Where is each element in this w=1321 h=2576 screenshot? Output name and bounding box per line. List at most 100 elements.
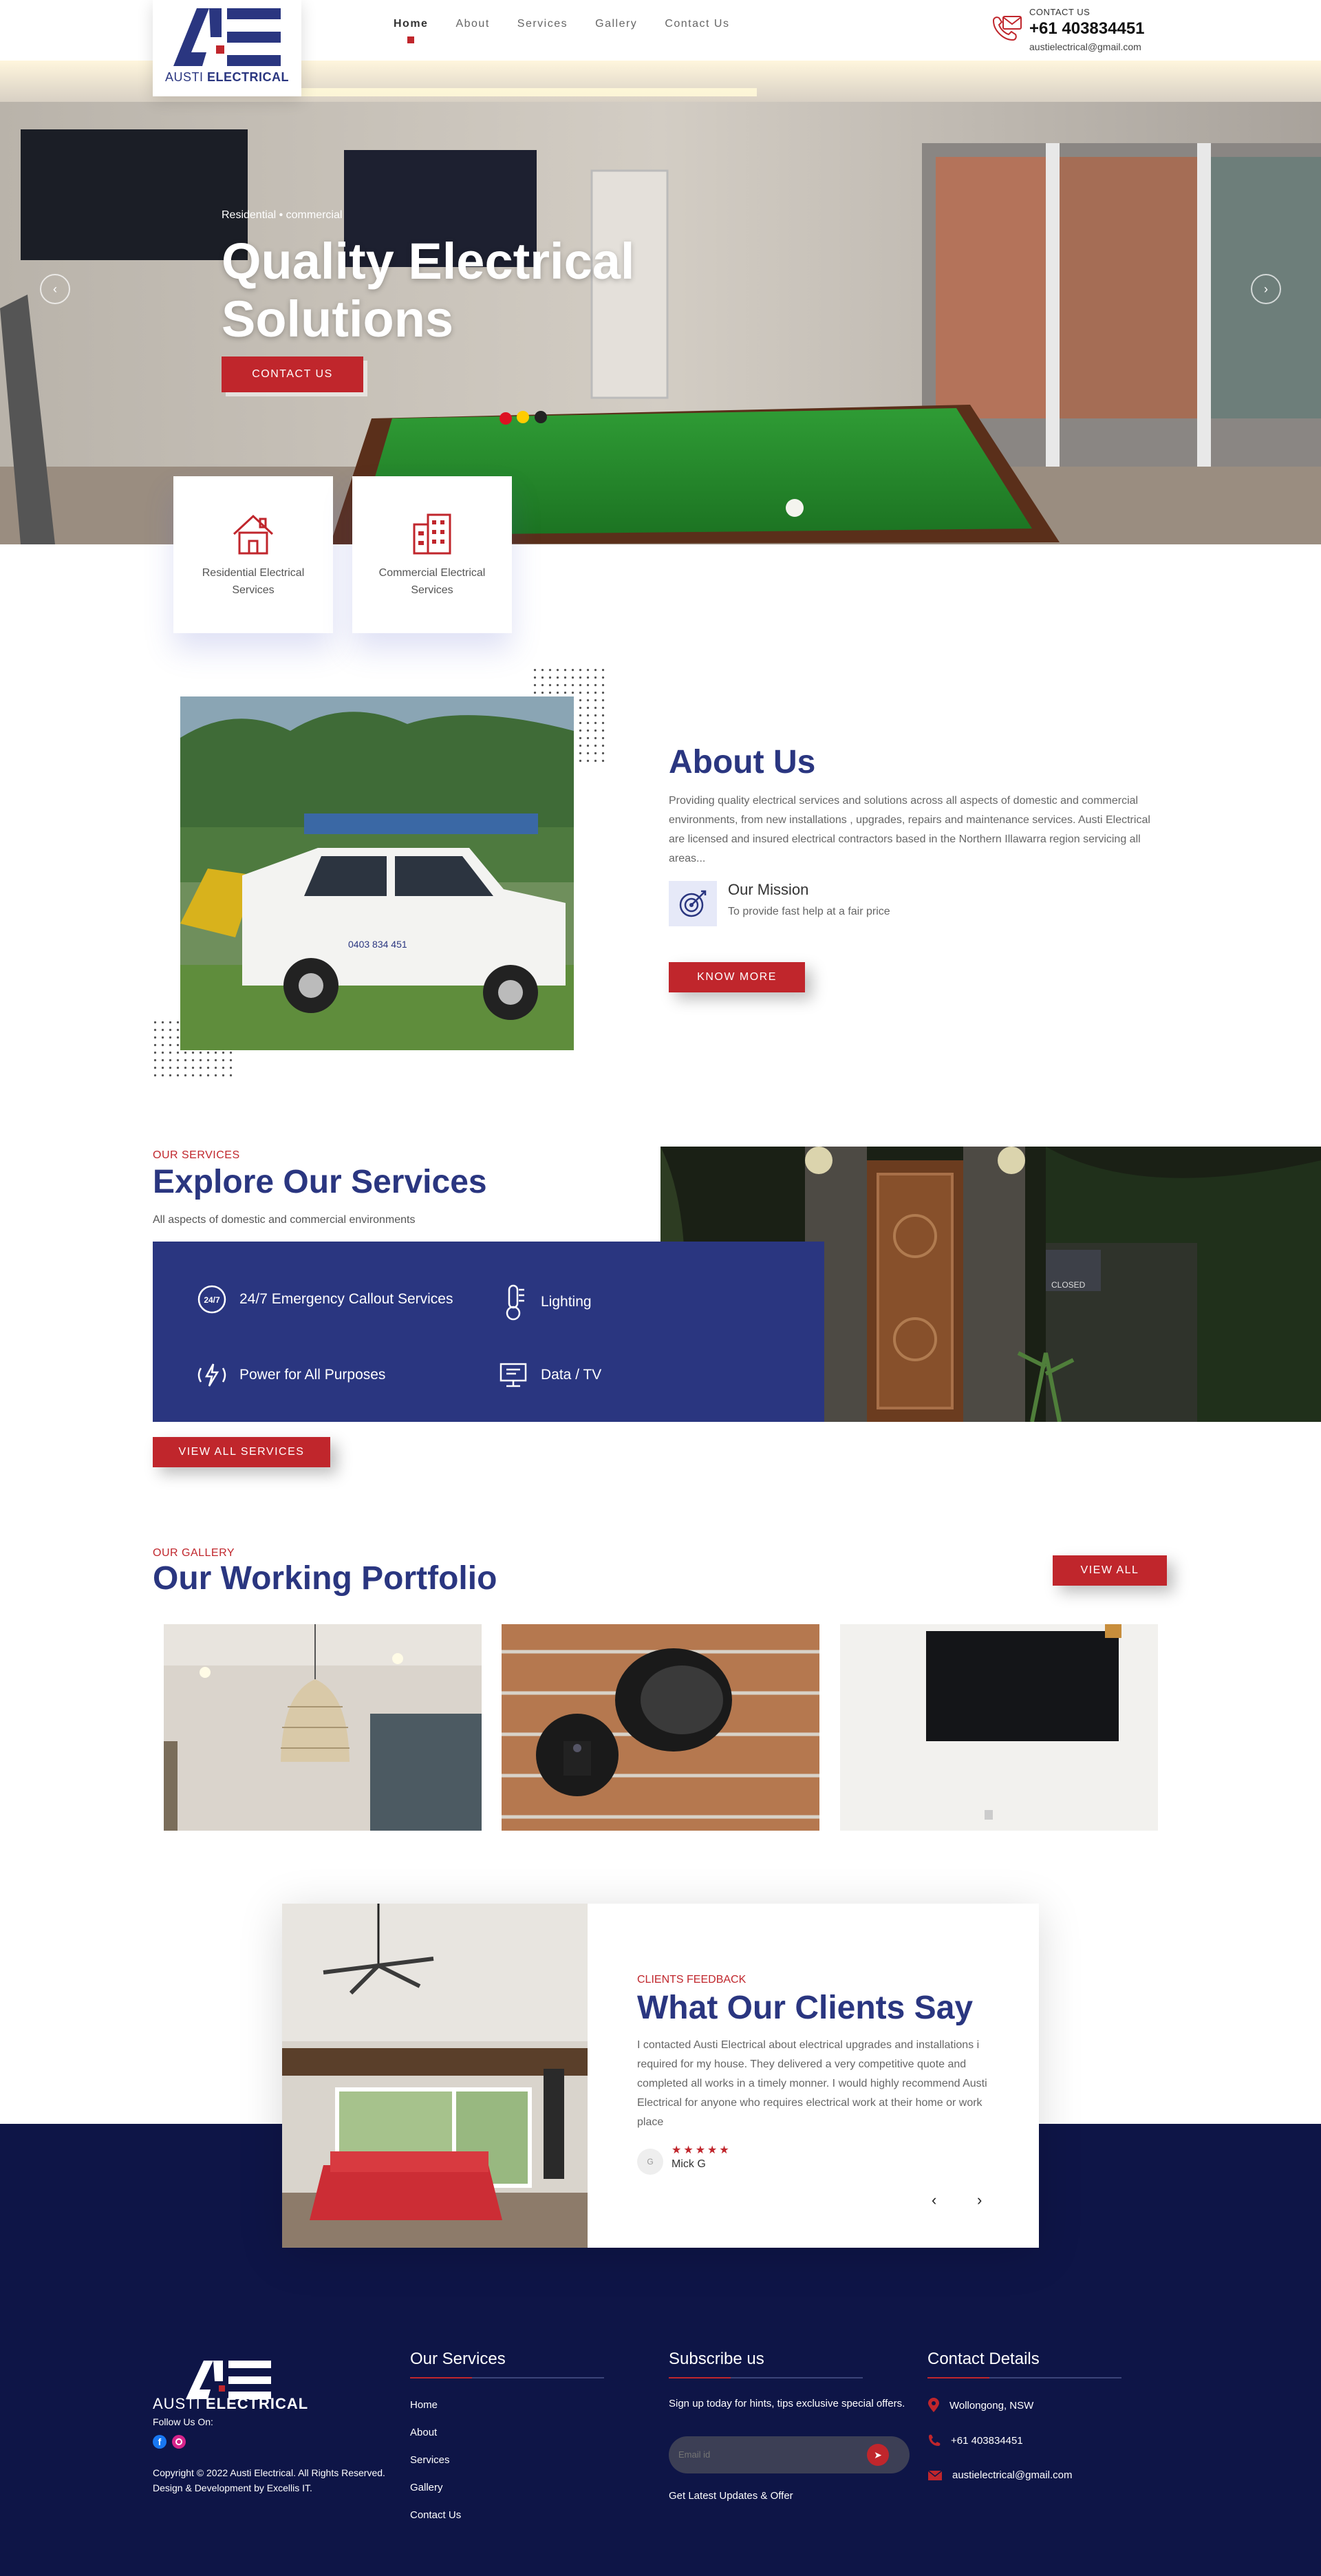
portfolio-image-pendant-light[interactable] bbox=[164, 1624, 482, 1831]
services-title: Explore Our Services bbox=[153, 1164, 487, 1200]
hero-subtitle: Residential • commercial bbox=[222, 209, 343, 221]
about-text: Providing quality electrical services an… bbox=[669, 795, 1150, 864]
footer-logo-word-austi: AUSTI bbox=[153, 2395, 201, 2412]
footer-email-text: austielectrical@gmail.com bbox=[952, 2469, 1073, 2481]
monitor-icon bbox=[500, 1363, 527, 1387]
testimonial-card: CLIENTS FEEDBACK What Our Clients Say I … bbox=[282, 1904, 1039, 2248]
testimonial-living-room-photo bbox=[282, 1904, 588, 2248]
mission-text: To provide fast help at a fair price bbox=[728, 906, 890, 917]
footer-link-gallery[interactable]: Gallery bbox=[410, 2482, 443, 2493]
testimonial-title: What Our Clients Say bbox=[637, 1990, 974, 2026]
service-item-label: Lighting bbox=[541, 1294, 592, 1310]
logo-word-austi: AUSTI bbox=[164, 70, 204, 84]
service-item-data-tv[interactable]: Data / TV bbox=[497, 1359, 601, 1392]
hero-contact-button[interactable]: CONTACT US bbox=[222, 356, 363, 392]
footer-location: Wollongong, NSW bbox=[927, 2398, 1033, 2413]
copyright-text: Copyright © 2022 Austi Electrical. All R… bbox=[153, 2467, 385, 2493]
service-item-label: Power for All Purposes bbox=[239, 1367, 386, 1383]
service-item-label: Data / TV bbox=[541, 1367, 602, 1383]
phone-icon bbox=[929, 2434, 941, 2446]
testimonial-text: I contacted Austi Electrical about elect… bbox=[637, 2039, 987, 2128]
view-all-gallery-button[interactable]: VIEW ALL bbox=[1053, 1555, 1167, 1586]
footer-divider bbox=[410, 2377, 604, 2378]
nav-services[interactable]: Services bbox=[517, 18, 568, 30]
testimonial-prev-icon[interactable]: ‹ bbox=[932, 2191, 936, 2209]
service-item-label: 24/7 Emergency Callout Services bbox=[239, 1291, 453, 1307]
follow-label: Follow Us On: bbox=[153, 2416, 213, 2427]
gallery-eyebrow: OUR GALLERY bbox=[153, 1547, 235, 1559]
footer-divider bbox=[669, 2377, 863, 2378]
send-icon[interactable]: ➤ bbox=[867, 2444, 889, 2466]
footer-contact-title: Contact Details bbox=[927, 2350, 1040, 2368]
logo-text: AUSTI ELECTRICAL bbox=[153, 70, 301, 85]
footer-link-services[interactable]: Services bbox=[410, 2454, 450, 2466]
testimonial-eyebrow: CLIENTS FEEDBACK bbox=[637, 1974, 747, 1986]
door-sign-text: CLOSED bbox=[1051, 1280, 1086, 1290]
commercial-service-label: Commercial Electrical Services bbox=[378, 567, 486, 596]
hero-title: Quality Electrical Solutions bbox=[222, 233, 635, 348]
location-pin-icon bbox=[928, 2398, 939, 2412]
van-phone-text: 0403 834 451 bbox=[348, 939, 407, 950]
footer-logo-text: AUSTI ELECTRICAL bbox=[153, 2395, 308, 2413]
reviewer-name: Mick G bbox=[672, 2158, 706, 2170]
logo-word-electrical: ELECTRICAL bbox=[207, 70, 290, 84]
hero-prev-arrow-icon[interactable]: ‹ bbox=[40, 274, 70, 304]
commercial-service-card[interactable]: Commercial Electrical Services bbox=[352, 476, 512, 633]
footer-phone[interactable]: +61 403834451 bbox=[927, 2434, 1023, 2447]
residential-service-card[interactable]: Residential Electrical Services bbox=[173, 476, 333, 633]
24-7-icon: 24/7 bbox=[197, 1285, 226, 1314]
footer-divider bbox=[927, 2377, 1121, 2378]
footer-link-contact[interactable]: Contact Us bbox=[410, 2509, 461, 2521]
nav-gallery[interactable]: Gallery bbox=[595, 18, 637, 30]
contact-label: CONTACT US bbox=[1029, 7, 1091, 17]
power-wave-icon bbox=[197, 1363, 226, 1387]
services-panel: 24/7 24/7 Emergency Callout Services Lig… bbox=[153, 1242, 824, 1422]
thermometer-icon bbox=[506, 1284, 524, 1321]
footer-link-home[interactable]: Home bbox=[410, 2399, 438, 2411]
hero-next-arrow-icon[interactable]: › bbox=[1251, 274, 1281, 304]
instagram-icon[interactable] bbox=[172, 2435, 186, 2449]
header-email[interactable]: austielectrical@gmail.com bbox=[1029, 41, 1141, 52]
service-item-emergency[interactable]: 24/7 24/7 Emergency Callout Services bbox=[195, 1283, 453, 1316]
about-title: About Us bbox=[669, 744, 816, 780]
know-more-button[interactable]: KNOW MORE bbox=[669, 962, 805, 992]
nav-about[interactable]: About bbox=[455, 18, 489, 30]
mission-title: Our Mission bbox=[728, 881, 809, 898]
footer-link-about[interactable]: About bbox=[410, 2427, 437, 2438]
nav-home[interactable]: Home bbox=[394, 18, 428, 43]
facebook-icon[interactable]: f bbox=[153, 2435, 167, 2449]
footer-services-title: Our Services bbox=[410, 2350, 506, 2368]
footer-logo-word-electrical: ELECTRICAL bbox=[205, 2395, 309, 2412]
main-nav: Home About Services Gallery Contact Us bbox=[394, 18, 757, 43]
header-contact: CONTACT US +61 403834451 austielectrical… bbox=[991, 6, 1197, 55]
services-subtitle: All aspects of domestic and commercial e… bbox=[153, 1214, 416, 1226]
footer-email[interactable]: austielectrical@gmail.com bbox=[927, 2469, 1072, 2481]
header-phone[interactable]: +61 403834451 bbox=[1029, 19, 1145, 39]
svg-text:24/7: 24/7 bbox=[204, 1295, 220, 1305]
house-icon bbox=[233, 514, 274, 555]
footer-location-text: Wollongong, NSW bbox=[949, 2399, 1034, 2412]
envelope-icon bbox=[927, 2469, 943, 2480]
nav-contact[interactable]: Contact Us bbox=[665, 18, 729, 30]
portfolio-image-security-camera[interactable] bbox=[502, 1624, 819, 1831]
office-building-icon bbox=[413, 513, 451, 555]
subscribe-text: Sign up today for hints, tips exclusive … bbox=[669, 2398, 905, 2409]
portfolio-image-wall-tv[interactable] bbox=[840, 1624, 1158, 1831]
view-all-services-button[interactable]: VIEW ALL SERVICES bbox=[153, 1437, 330, 1467]
site-logo[interactable]: AUSTI ELECTRICAL bbox=[153, 0, 301, 96]
service-item-power[interactable]: Power for All Purposes bbox=[195, 1359, 385, 1392]
footer-subscribe-title: Subscribe us bbox=[669, 2350, 764, 2368]
testimonial-next-icon[interactable]: › bbox=[977, 2191, 982, 2209]
service-item-lighting[interactable]: Lighting bbox=[497, 1283, 592, 1321]
about-van-photo: 0403 834 451 bbox=[180, 696, 574, 1050]
logo-ae-mark bbox=[173, 8, 281, 66]
reviewer-avatar: G bbox=[637, 2149, 663, 2175]
phone-icon bbox=[992, 16, 1022, 41]
footer-phone-text: +61 403834451 bbox=[951, 2434, 1023, 2447]
target-icon bbox=[669, 881, 717, 926]
star-rating: ★★★★★ bbox=[672, 2144, 731, 2156]
services-eyebrow: OUR SERVICES bbox=[153, 1149, 240, 1161]
subscribe-note: Get Latest Updates & Offer bbox=[669, 2490, 793, 2502]
hero-banner: Residential • commercial Quality Electri… bbox=[0, 61, 1321, 544]
residential-service-label: Residential Electrical Services bbox=[202, 567, 305, 596]
